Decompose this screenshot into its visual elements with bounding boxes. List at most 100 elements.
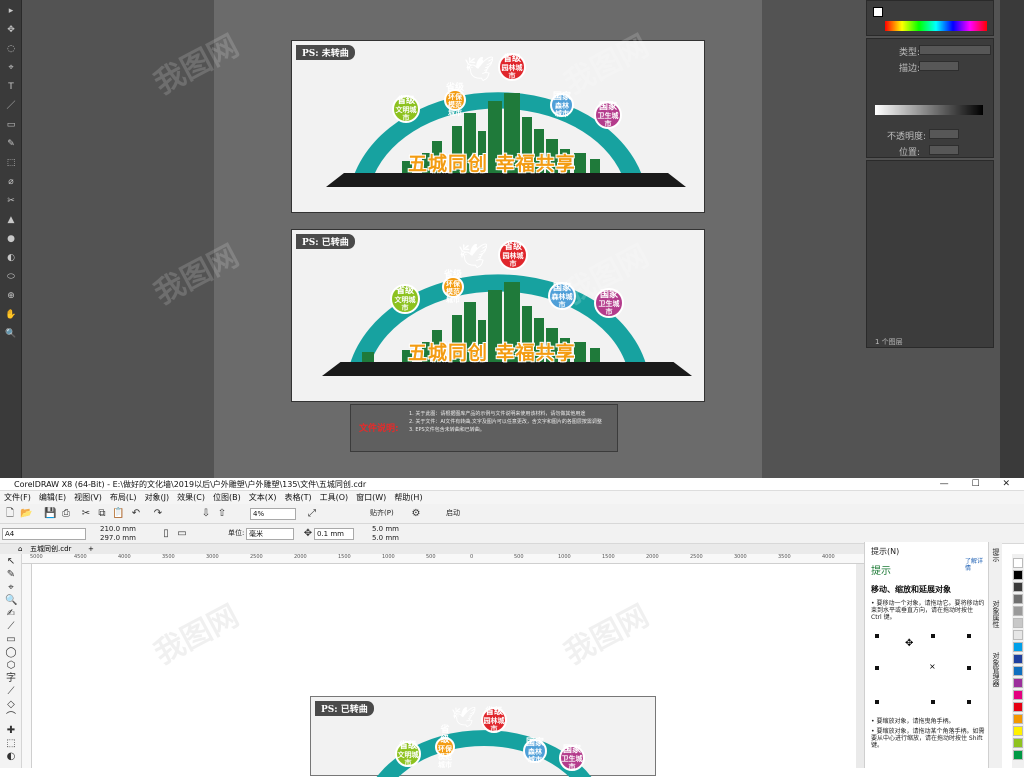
color-swatch[interactable] — [1013, 678, 1023, 688]
color-swatch[interactable] — [1013, 618, 1023, 628]
duplicate-x[interactable]: 5.0 mm — [372, 525, 399, 534]
menu-item[interactable]: 窗口(W) — [352, 491, 390, 504]
color-swatch[interactable] — [1013, 630, 1023, 640]
add-tab-icon[interactable]: + — [88, 544, 94, 554]
menu-item[interactable]: 布局(L) — [106, 491, 141, 504]
menu-item[interactable]: 文件(F) — [0, 491, 35, 504]
cd-tool-icon[interactable]: ⟋ — [5, 621, 17, 633]
color-swatch[interactable] — [1013, 666, 1023, 676]
vertical-scrollbar[interactable] — [856, 564, 864, 768]
cd-tool-icon[interactable]: ⌖ — [5, 582, 17, 594]
color-swatch[interactable] — [1013, 582, 1023, 592]
ps-tool-icon[interactable]: ／ — [4, 101, 18, 111]
ps-tool-icon[interactable]: ◐ — [4, 253, 18, 263]
canvas-artboard[interactable]: PS: 已转曲 🕊 省级 文明城市 省级 环保模范城市 省级 园林城市 国家 森林城市 … — [310, 696, 656, 777]
fullscreen-icon[interactable]: ⤢ — [306, 508, 318, 520]
ps-tool-icon[interactable]: ▭ — [4, 120, 18, 130]
spectrum-bar[interactable] — [885, 21, 987, 31]
ps-tool-icon[interactable]: ⌀ — [4, 177, 18, 187]
snap-label[interactable]: 贴齐(P) — [370, 509, 394, 518]
cd-tool-icon[interactable]: ⬡ — [5, 660, 17, 672]
artboard-converted[interactable]: PS: 已转曲 五城同创 幸福共享 🕊 省级 文明城市 省级 环保模范城市 省级… — [291, 229, 705, 402]
cd-tool-icon[interactable]: ◐ — [5, 751, 17, 763]
color-swatch[interactable] — [1013, 654, 1023, 664]
color-swatch[interactable] — [1013, 726, 1023, 736]
ps-tool-icon[interactable]: ⊕ — [4, 291, 18, 301]
cd-tool-icon[interactable]: ▭ — [5, 634, 17, 646]
color-swatch[interactable] — [1013, 738, 1023, 748]
color-swatch[interactable] — [1013, 642, 1023, 652]
options-icon[interactable]: ⚙ — [410, 508, 422, 520]
ps-tool-icon[interactable]: ⬚ — [4, 158, 18, 168]
menu-item[interactable]: 位图(B) — [209, 491, 245, 504]
landscape-icon[interactable]: ▭ — [176, 528, 188, 540]
export-icon[interactable]: ⇧ — [216, 508, 228, 520]
menu-item[interactable]: 编辑(E) — [35, 491, 70, 504]
cd-tool-icon[interactable]: ⟋ — [5, 686, 17, 698]
page-height[interactable]: 297.0 mm — [100, 534, 136, 543]
fg-swatch[interactable] — [873, 7, 883, 17]
ps-tool-icon[interactable]: ▸ — [4, 6, 18, 16]
stroke-dropdown[interactable] — [919, 61, 959, 71]
duplicate-y[interactable]: 5.0 mm — [372, 534, 399, 543]
cut-icon[interactable]: ✂ — [80, 508, 92, 520]
copy-icon[interactable]: ⧉ — [96, 508, 108, 520]
menu-item[interactable]: 对象(J) — [141, 491, 174, 504]
window-controls[interactable]: — ☐ ✕ — [940, 478, 1020, 491]
type-dropdown[interactable] — [919, 45, 991, 55]
cd-tool-icon[interactable]: ⌒ — [5, 712, 17, 724]
cd-tool-icon[interactable]: 字 — [5, 673, 17, 685]
color-swatch[interactable] — [1013, 690, 1023, 700]
ps-tool-icon[interactable]: 🔍 — [4, 329, 18, 339]
docker-tab[interactable]: 对象属性 — [991, 600, 1001, 628]
menu-item[interactable]: 视图(V) — [70, 491, 106, 504]
drawing-canvas[interactable]: PS: 已转曲 🕊 省级 文明城市 省级 环保模范城市 省级 园林城市 国家 森林城市 … — [32, 564, 864, 777]
color-swatch[interactable] — [1013, 750, 1023, 760]
undo-icon[interactable]: ↶ — [130, 508, 142, 520]
menu-item[interactable]: 表格(T) — [280, 491, 315, 504]
color-swatch[interactable] — [1013, 606, 1023, 616]
ps-tool-icon[interactable]: ⌖ — [4, 63, 18, 73]
menu-item[interactable]: 文本(X) — [245, 491, 281, 504]
home-icon[interactable]: ⌂ — [18, 544, 22, 554]
new-icon[interactable]: 🗋 — [4, 508, 16, 520]
cd-tool-icon[interactable]: ✎ — [5, 569, 17, 581]
ps-tool-icon[interactable]: ✎ — [4, 139, 18, 149]
menu-item[interactable]: 工具(O) — [316, 491, 353, 504]
color-swatch[interactable] — [1013, 558, 1023, 568]
nudge-field[interactable]: 0.1 mm — [314, 528, 354, 540]
color-swatch[interactable] — [1013, 702, 1023, 712]
cd-tool-icon[interactable]: ↖ — [5, 556, 17, 568]
cd-tool-icon[interactable]: ✚ — [5, 725, 17, 737]
ps-tool-icon[interactable]: T — [4, 82, 18, 92]
color-swatch[interactable] — [1013, 714, 1023, 724]
cd-tool-icon[interactable]: ◯ — [5, 647, 17, 659]
units-select[interactable]: 毫米 — [246, 528, 294, 540]
docker-tab[interactable]: 提示 — [991, 548, 1001, 562]
cd-tool-icon[interactable]: ◇ — [5, 699, 17, 711]
color-swatch[interactable] — [1013, 570, 1023, 580]
cd-tool-icon[interactable]: 🔍 — [5, 595, 17, 607]
ps-tool-icon[interactable]: ✋ — [4, 310, 18, 320]
page-size-select[interactable]: A4 — [2, 528, 86, 540]
ps-tool-icon[interactable]: ✥ — [4, 25, 18, 35]
color-swatch[interactable] — [1013, 594, 1023, 604]
opacity-field[interactable] — [929, 129, 959, 139]
save-icon[interactable]: 💾 — [44, 508, 56, 520]
menu-item[interactable]: 帮助(H) — [390, 491, 426, 504]
docker-tab[interactable]: 对象管理器 — [991, 652, 1001, 687]
cd-tool-icon[interactable]: ⬚ — [5, 738, 17, 750]
cd-tool-icon[interactable]: ✍ — [5, 608, 17, 620]
ps-tool-icon[interactable]: ▲ — [4, 215, 18, 225]
ps-tool-icon[interactable]: ● — [4, 234, 18, 244]
zoom-field[interactable]: 4% — [250, 508, 296, 520]
page-width[interactable]: 210.0 mm — [100, 525, 136, 534]
position-field[interactable] — [929, 145, 959, 155]
portrait-icon[interactable]: ▯ — [160, 528, 172, 540]
learn-more-link[interactable]: 了解详情 — [965, 558, 987, 572]
doc-tab[interactable]: 五城同创.cdr — [30, 544, 71, 554]
menu-item[interactable]: 效果(C) — [173, 491, 209, 504]
ps-tool-icon[interactable]: ⬭ — [4, 272, 18, 282]
redo-icon[interactable]: ↷ — [152, 508, 164, 520]
ps-tool-icon[interactable]: ✂ — [4, 196, 18, 206]
